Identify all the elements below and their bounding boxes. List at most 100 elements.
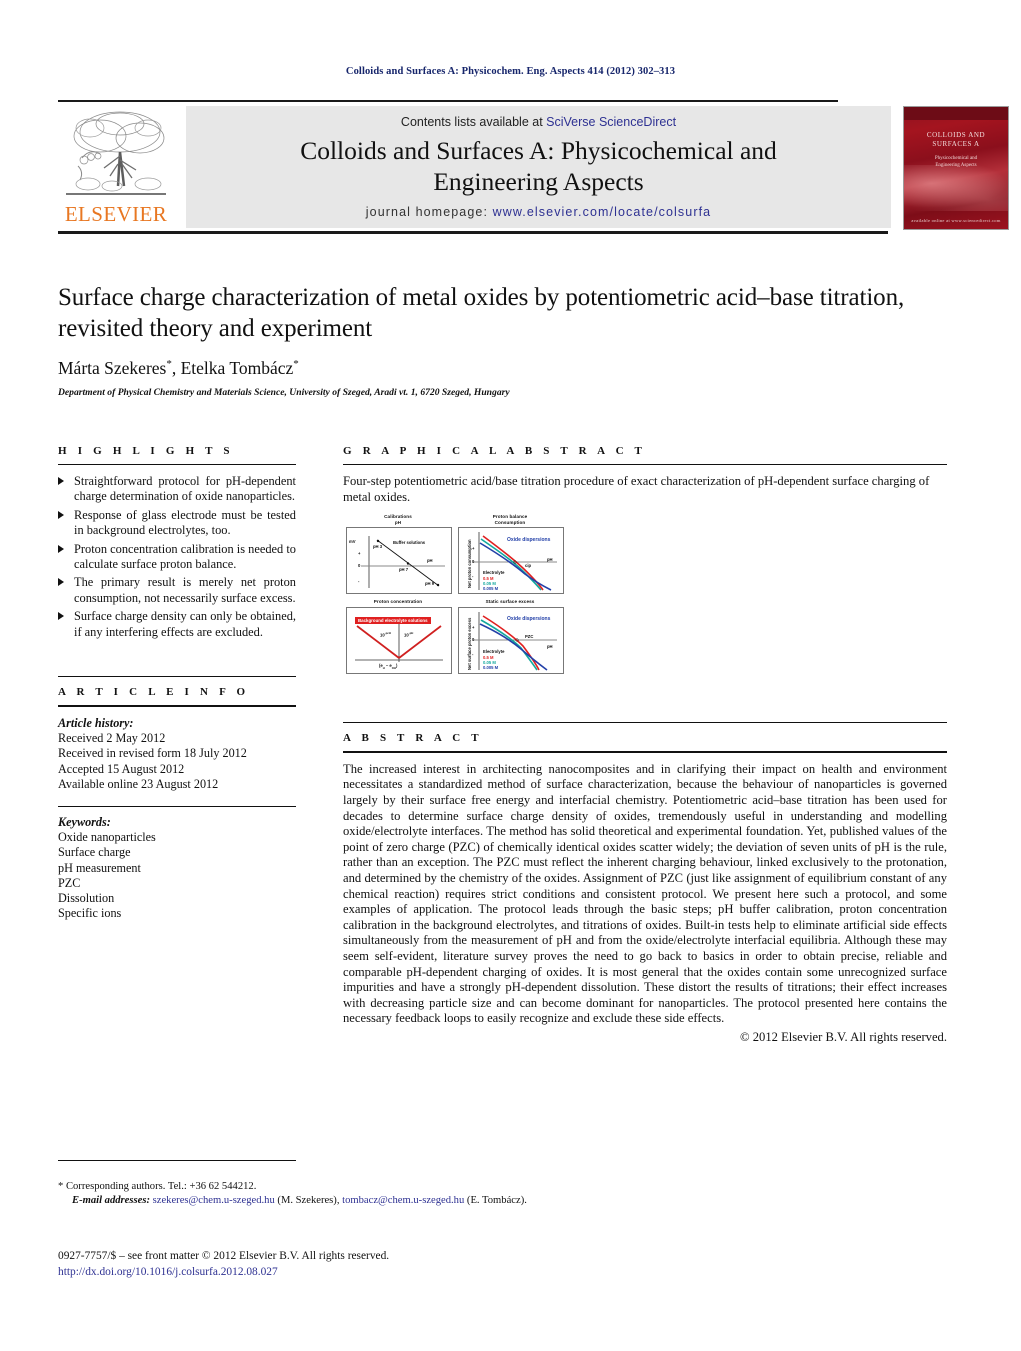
ga-series-label: Oxide dispersions: [507, 537, 551, 544]
highlight-text: Surface charge density can only be obtai…: [74, 609, 296, 639]
keyword-item: Specific ions: [58, 906, 122, 921]
article-history-block: Article history: Received 2 May 2012 Rec…: [58, 716, 296, 792]
cover-wave-graphic: [904, 165, 1008, 211]
graphical-abstract-divider: [343, 464, 947, 465]
ga-title-line1: Proton balance: [492, 514, 528, 519]
cover-title-line2: SURFACES A: [932, 140, 980, 148]
ga-panel-title: Proton balance Consumption: [458, 514, 562, 525]
cover-bottom-line: available online at www.sciencedirect.co…: [911, 218, 1001, 223]
contents-available-line: Contents lists available at SciVerse Sci…: [186, 115, 891, 129]
highlight-text: Proton concentration calibration is need…: [74, 541, 296, 572]
ga-annotation-exp-right: 10-pH: [404, 630, 414, 638]
list-item: The primary result is merely net proton …: [58, 575, 296, 606]
cover-title-line1: COLLOIDS AND: [926, 131, 986, 139]
ga-tick-minus: -: [358, 579, 360, 585]
ga-axis-x-label: pH: [427, 558, 433, 564]
ga-axis-x-label: (eH – eOH): [379, 662, 398, 670]
ga-tick-minus: -: [472, 651, 474, 657]
article-history-item: Received in revised form 18 July 2012: [58, 746, 247, 761]
article-info-heading: A R T I C L E I N F O: [58, 686, 250, 699]
ga-title-line1: Static surface excess: [485, 599, 535, 605]
article-info-divider: [58, 705, 296, 708]
list-item: Proton concentration calibration is need…: [58, 542, 296, 573]
list-item: Response of glass electrode must be test…: [58, 508, 296, 539]
ga-tick-plus: +: [472, 624, 475, 630]
article-history-item: Received 2 May 2012: [58, 731, 166, 746]
left-column: H I G H L I G H T S Straightforward prot…: [58, 445, 296, 922]
elsevier-logo: ELSEVIER: [60, 106, 172, 228]
ga-tick-plus: +: [358, 551, 361, 557]
keyword-item: PZC: [58, 875, 81, 890]
ga-legend-item: 0.005 M: [483, 586, 499, 592]
issn-block: 0927-7757/$ – see front matter © 2012 El…: [58, 1248, 948, 1280]
ga-cell-calibrations: Calibrations pH mV + 0 - pH 3 pH 7 pH 9 …: [346, 514, 452, 595]
cover-top-band: [904, 107, 1008, 120]
journal-homepage-line: journal homepage: www.elsevier.com/locat…: [186, 205, 891, 219]
ga-annotation-ph7: pH 7: [399, 567, 409, 573]
ga-axis-x-label: pH: [547, 643, 553, 649]
list-item: Surface charge density can only be obtai…: [58, 609, 296, 640]
keyword-item: pH measurement: [58, 860, 141, 875]
elsevier-tree-icon: [60, 106, 172, 202]
ga-legend-title: Electrolyte: [483, 648, 505, 654]
highlights-divider: [58, 464, 296, 465]
bullet-triangle-icon: [58, 612, 64, 621]
email-link-2[interactable]: tombacz@chem.u-szeged.hu: [342, 1195, 464, 1206]
keywords-label: Keywords:: [58, 815, 111, 830]
running-head: Colloids and Surfaces A: Physicochem. En…: [345, 66, 676, 77]
graphical-abstract-caption: Four-step potentiometric acid/base titra…: [343, 474, 930, 504]
ga-series-label: Background electrolyte solutions: [355, 616, 431, 624]
email-label: E-mail addresses:: [72, 1195, 150, 1206]
ga-panel-title: Calibrations pH: [346, 514, 450, 525]
ga-axis-x-label: pH: [547, 557, 553, 563]
abstract-divider: [343, 750, 947, 753]
doi-link[interactable]: http://dx.doi.org/10.1016/j.colsurfa.201…: [58, 1264, 948, 1280]
graphical-abstract-figure: Calibrations pH mV + 0 - pH 3 pH 7 pH 9 …: [346, 514, 564, 674]
ga-annotation-ph9: pH 9: [425, 581, 435, 587]
ga-title-line2: pH: [394, 519, 402, 525]
article-history-item: Accepted 15 August 2012: [58, 761, 185, 776]
highlights-heading: H I G H L I G H T S: [58, 445, 234, 457]
article-info-top-divider: [58, 676, 296, 678]
ga-cell-proton-concentration: Proton concentration Background electrol…: [346, 599, 452, 674]
bullet-triangle-icon: [58, 578, 64, 587]
ga-cell-surface-excess: Static surface excess Net surface proton…: [458, 599, 564, 674]
bullet-triangle-icon: [58, 477, 64, 485]
email-link-1[interactable]: szekeres@chem.u-szeged.hu: [153, 1195, 275, 1206]
ga-legend-item: 0.005 M: [483, 664, 499, 670]
keywords-divider: [58, 806, 296, 808]
journal-masthead: ELSEVIER Contents lists available at Sci…: [58, 100, 1009, 234]
elsevier-wordmark: ELSEVIER: [64, 202, 168, 226]
keywords-block: Keywords: Oxide nanoparticles Surface ch…: [58, 815, 296, 921]
journal-cover-thumbnail: COLLOIDS AND SURFACES A Physicochemical …: [903, 106, 1009, 230]
keyword-item: Surface charge: [58, 845, 131, 860]
footer-divider: [58, 1160, 296, 1161]
email-note: E-mail addresses: szekeres@chem.u-szeged…: [58, 1194, 948, 1208]
ga-annotation-cip: cip: [525, 563, 532, 569]
article-history-label: Article history:: [58, 716, 134, 731]
ga-tick-plus: +: [472, 546, 475, 552]
ga-tick-zero: 0: [358, 563, 361, 569]
footnotes: * Corresponding authors. Tel.: +36 62 54…: [58, 1180, 948, 1208]
ga-tick-zero: 0: [472, 636, 475, 642]
ga-panel-title: Static surface excess: [458, 599, 562, 605]
article-history-item: Available online 23 August 2012: [58, 776, 219, 791]
ga-chart-ph-calibration: mV + 0 - pH 3 pH 7 pH 9 pH Buffer soluti…: [346, 527, 452, 595]
email-owner-2: (E. Tombácz).: [464, 1195, 527, 1206]
graphical-abstract-heading: G R A P H I C A L A B S T R A C T: [343, 445, 647, 457]
ga-title-line1: Calibrations: [384, 514, 412, 519]
corresponding-author-note: * Corresponding authors. Tel.: +36 62 54…: [58, 1181, 257, 1192]
journal-title: Colloids and Surfaces A: Physicochemical…: [186, 135, 891, 197]
right-column: G R A P H I C A L A B S T R A C T Four-s…: [343, 445, 947, 1045]
ga-chart-proton-balance: Net proton consumption + 0 - Oxide dispe…: [458, 527, 564, 595]
graphical-abstract-row-2: Proton concentration Background electrol…: [346, 599, 564, 674]
homepage-url-link[interactable]: www.elsevier.com/locate/colsurfa: [493, 205, 712, 219]
keyword-item: Oxide nanoparticles: [58, 830, 156, 845]
ga-annotation-ph3: pH 3: [373, 544, 383, 550]
masthead-band: Contents lists available at SciVerse Sci…: [186, 106, 891, 228]
contents-prefix: Contents lists available at: [400, 115, 547, 129]
author-list: Márta Szekeres*, Etelka Tombácz*: [58, 358, 948, 379]
abstract-heading: A B S T R A C T: [343, 731, 483, 744]
page-title: Surface charge characterization of metal…: [58, 284, 905, 342]
sciencedirect-link[interactable]: SciVerse ScienceDirect: [546, 115, 676, 129]
